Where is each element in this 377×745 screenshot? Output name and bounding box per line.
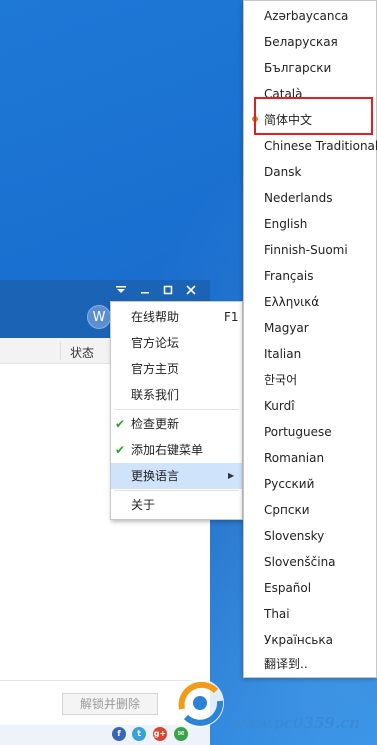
minimize-icon[interactable] [137,285,153,299]
language-item[interactable]: Беларуская [264,29,377,55]
menu-separator [114,490,239,491]
highlight-annotation-box [254,97,373,135]
context-menu: 在线帮助 F1 官方论坛 官方主页 联系我们 ✔ 检查更新 ✔ 添加右键菜单 更… [110,301,243,520]
menu-item-online-help[interactable]: 在线帮助 F1 [111,304,242,330]
language-item[interactable]: English [264,211,377,237]
menu-item-label: 官方论坛 [131,336,180,350]
menu-item-label: 官方主页 [131,362,180,376]
language-item[interactable]: Español [264,575,377,601]
language-item-translate[interactable]: 翻译到.. [264,651,377,677]
language-submenu: Azərbaycanca Беларуская Български Català… [243,0,377,678]
watermark-logo-icon [172,675,228,731]
language-item[interactable]: Slovensky [264,523,377,549]
language-item[interactable]: Українська [264,627,377,653]
language-item[interactable]: Ελληνικά [264,289,377,315]
menu-item-label: 添加右键菜单 [131,443,204,457]
language-item[interactable]: Српски [264,497,377,523]
language-item[interactable]: Chinese Traditional [264,133,377,159]
menu-item-contact[interactable]: 联系我们 [111,382,242,408]
checkmark-icon: ✔ [115,443,126,457]
language-item[interactable]: Magyar [264,315,377,341]
language-item[interactable]: Slovenščina [264,549,377,575]
language-item[interactable]: Български [264,55,377,81]
menu-item-change-language[interactable]: 更换语言 ▶ [111,463,242,489]
checkmark-icon: ✔ [115,417,126,431]
language-item[interactable]: Русский [264,471,377,497]
menu-item-about[interactable]: 关于 [111,492,242,518]
language-item[interactable]: Kurdî [264,393,377,419]
language-item[interactable]: Nederlands [264,185,377,211]
menu-item-check-update[interactable]: ✔ 检查更新 [111,411,242,437]
menu-item-label: 联系我们 [131,388,180,402]
language-item[interactable]: Thai [264,601,377,627]
menu-item-label: 在线帮助 [131,310,180,324]
avatar[interactable]: W [87,305,111,329]
menu-item-add-context-menu[interactable]: ✔ 添加右键菜单 [111,437,242,463]
language-item[interactable]: Romanian [264,445,377,471]
submenu-arrow-icon: ▶ [228,471,235,480]
menu-dropdown-icon[interactable] [113,285,129,299]
twitter-icon[interactable]: t [132,727,146,741]
menu-item-forum[interactable]: 官方论坛 [111,330,242,356]
language-item[interactable]: Azərbaycanca [264,3,377,29]
column-divider[interactable] [60,342,61,360]
facebook-icon[interactable]: f [112,727,126,741]
column-status[interactable]: 状态 [70,344,94,361]
watermark-site-text: www.pc0359.cn [231,714,361,732]
close-icon[interactable] [183,285,199,299]
shortcut-label: F1 [224,310,239,324]
language-item[interactable]: Français [264,263,377,289]
menu-item-label: 更换语言 [131,469,180,483]
menu-item-label: 检查更新 [131,417,180,431]
maximize-icon[interactable] [160,285,176,299]
language-item[interactable]: Dansk [264,159,377,185]
language-item[interactable]: Finnish-Suomi [264,237,377,263]
language-item[interactable]: Italian [264,341,377,367]
menu-separator [114,409,239,410]
menu-item-homepage[interactable]: 官方主页 [111,356,242,382]
google-plus-icon[interactable]: g+ [153,727,167,741]
unlock-delete-button[interactable]: 解锁并删除 [62,693,158,715]
menu-item-label: 关于 [131,498,156,512]
language-item[interactable]: 한국어 [264,367,377,393]
language-item[interactable]: Portuguese [264,419,377,445]
